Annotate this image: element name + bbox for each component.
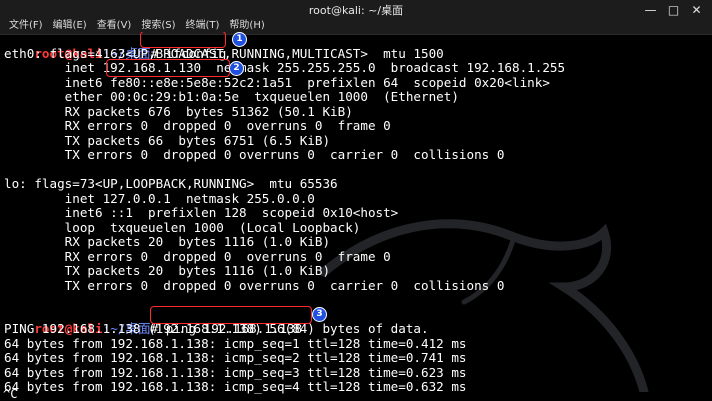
- output-line: inet 192.168.1.130 netmask 255.255.255.0…: [4, 60, 566, 75]
- annotation-box-ifconfig: [140, 32, 226, 48]
- annotation-badge-3: 3: [312, 307, 327, 322]
- output-line: inet 127.0.0.1 netmask 255.0.0.0: [4, 190, 315, 206]
- menu-items: 文件(F) 编辑(E) 查看(V) 搜索(S) 终端(T) 帮助(H): [4, 19, 270, 32]
- interrupt-text: ^C: [3, 387, 18, 401]
- output-line: loop txqueuelen 1000 (Local Loopback): [4, 219, 361, 235]
- menu-terminal[interactable]: 终端(T): [181, 19, 225, 32]
- minimize-icon[interactable]: —: [643, 3, 658, 18]
- menu-search[interactable]: 搜索(S): [136, 19, 180, 32]
- output-line: inet6 fe80::e8e:5e8e:52c2:1a51 prefixlen…: [4, 74, 550, 90]
- menu-bar: root@kali: ~/桌面 文件(F) 编辑(E) 查看(V) 搜索(S) …: [0, 0, 712, 35]
- output-line: inet6 ::1 prefixlen 128 scopeid 0x10<hos…: [4, 205, 399, 220]
- annotation-badge-1: 1: [232, 32, 247, 47]
- output-line: TX errors 0 dropped 0 overruns 0 carrier…: [4, 277, 505, 293]
- close-icon[interactable]: ✕: [689, 3, 704, 18]
- output-line: RX packets 676 bytes 51362 (50.1 KiB): [4, 103, 353, 119]
- output-line: PING 192.168.1.138 (192.168.1.138) 56(84…: [4, 321, 429, 336]
- menu-edit[interactable]: 编辑(E): [48, 19, 92, 32]
- output-line: lo: flags=73<UP,LOOPBACK,RUNNING> mtu 65…: [4, 176, 338, 191]
- window-controls: — □ ✕: [643, 3, 704, 18]
- output-line: RX packets 20 bytes 1116 (1.0 KiB): [4, 234, 331, 249]
- output-line: 64 bytes from 192.168.1.138: icmp_seq=1 …: [4, 335, 467, 351]
- terminal-view[interactable]: root@kali:~/桌面# ifconfig eth0: flags=416…: [4, 32, 712, 400]
- maximize-icon[interactable]: □: [666, 3, 681, 18]
- window-title: root@kali: ~/桌面: [308, 4, 404, 17]
- menu-view[interactable]: 查看(V): [92, 19, 137, 32]
- output-line: TX errors 0 dropped 0 overruns 0 carrier…: [4, 147, 505, 162]
- annotation-badge-2: 2: [229, 61, 244, 76]
- output-line: RX errors 0 dropped 0 overruns 0 frame 0: [4, 118, 391, 133]
- annotation-box-ping: [150, 305, 312, 324]
- output-line: ether 00:0c:29:b1:0a:5e txqueuelen 1000 …: [4, 89, 459, 104]
- output-line: RX errors 0 dropped 0 overruns 0 frame 0: [4, 248, 391, 264]
- output-line: 64 bytes from 192.168.1.138: icmp_seq=4 …: [4, 379, 467, 394]
- output-line: 64 bytes from 192.168.1.138: icmp_seq=2 …: [4, 350, 467, 365]
- output-line: 64 bytes from 192.168.1.138: icmp_seq=3 …: [4, 364, 467, 380]
- output-line: TX packets 20 bytes 1116 (1.0 KiB): [4, 263, 331, 278]
- menu-file[interactable]: 文件(F): [4, 19, 48, 32]
- output-line: TX packets 66 bytes 6751 (6.5 KiB): [4, 132, 331, 148]
- annotation-box-ip: [106, 59, 230, 77]
- menu-help[interactable]: 帮助(H): [224, 19, 269, 32]
